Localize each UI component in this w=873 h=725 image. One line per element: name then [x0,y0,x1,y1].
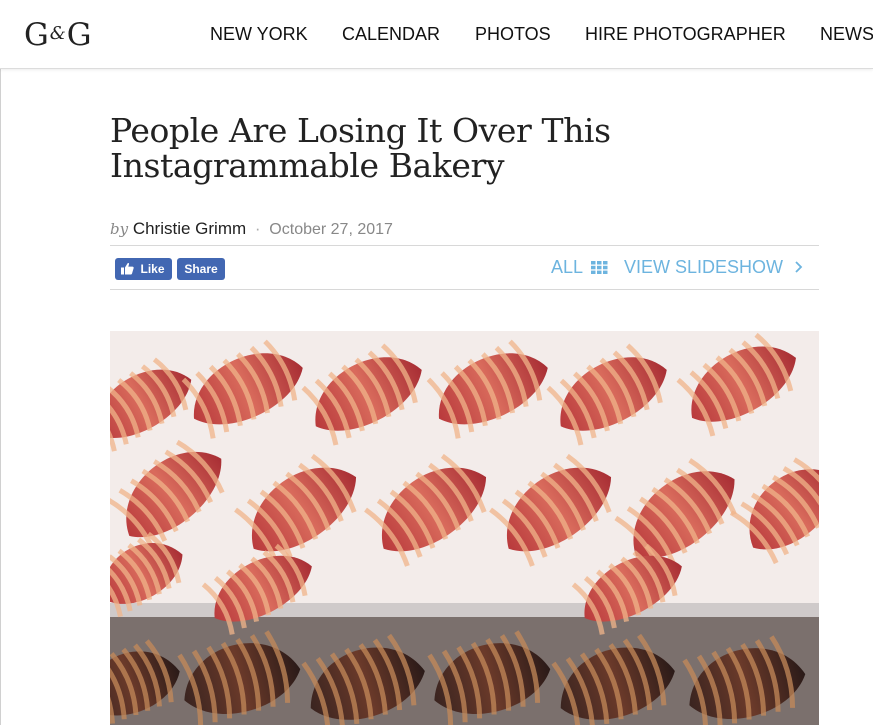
page-left-border [0,0,1,725]
croissants-photo [110,331,819,725]
view-slideshow-button[interactable]: VIEW SLIDESHOW [624,256,803,278]
grid-icon [591,261,608,274]
nav-item-photos[interactable]: PHOTOS [475,23,551,45]
nav-item-new-york[interactable]: NEW YORK [210,23,308,45]
byline: by Christie Grimm · October 27, 2017 [110,218,393,241]
logo-letter-right: G [66,17,92,53]
all-label: ALL [551,257,583,277]
site-logo[interactable]: G&G [24,14,92,55]
article-hero-image[interactable] [110,331,819,725]
article-title: People Are Losing It Over This Instagram… [110,111,611,185]
all-photos-button[interactable]: ALL [551,256,608,278]
facebook-share-button[interactable]: Share [177,258,225,280]
nav-item-news[interactable]: NEWS [820,23,873,45]
facebook-like-button[interactable]: Like [115,258,172,280]
publish-date: October 27, 2017 [269,221,393,238]
top-navigation: G&G NEW YORK CALENDAR PHOTOS HIRE PHOTOG… [0,0,873,69]
thumbs-up-icon [121,262,134,275]
like-label: Like [140,262,165,276]
byline-prefix: by [110,220,129,238]
logo-letter-left: G [24,17,49,53]
chevron-right-icon [795,261,803,273]
view-slideshow-label: VIEW SLIDESHOW [624,257,784,277]
divider-top [110,245,819,246]
nav-item-hire-photographer[interactable]: HIRE PHOTOGRAPHER [585,23,786,45]
nav-item-calendar[interactable]: CALENDAR [342,23,440,45]
byline-separator: · [254,219,261,238]
logo-ampersand: & [49,23,66,44]
divider-bottom [110,289,819,290]
author-link[interactable]: Christie Grimm [133,219,246,238]
share-label: Share [184,262,218,276]
